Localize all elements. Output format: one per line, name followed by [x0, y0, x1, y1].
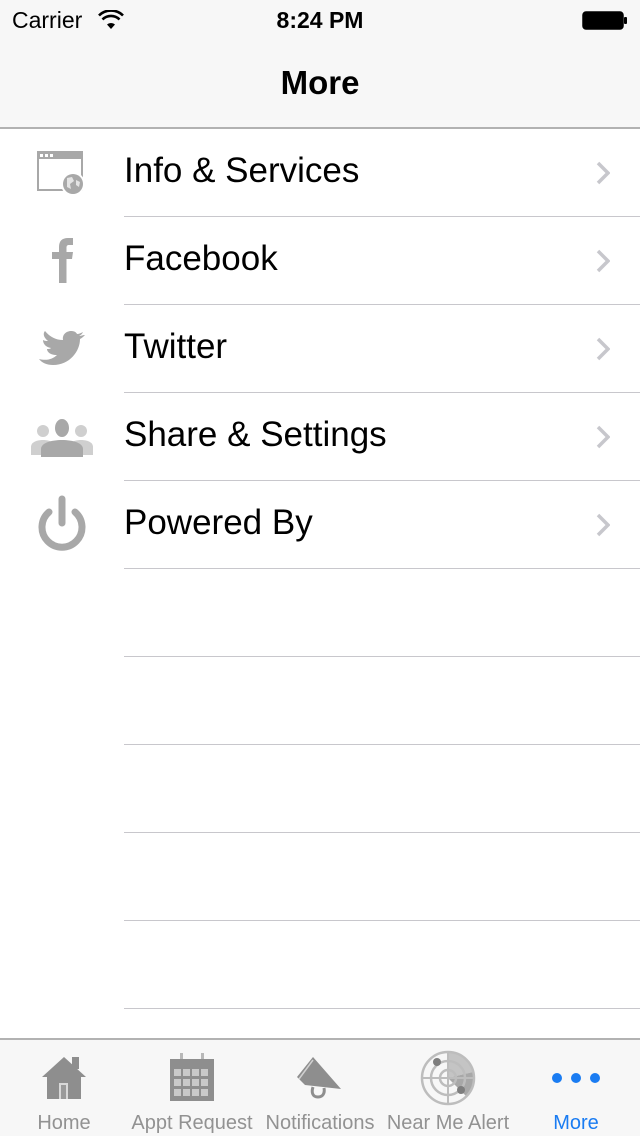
- chevron-right-icon: [596, 337, 610, 361]
- chevron-right-icon: [596, 161, 610, 185]
- status-time: 8:24 PM: [276, 7, 364, 33]
- facebook-icon: [28, 231, 96, 291]
- tab-bar: Home Appt Request Notifications Near Me …: [0, 1038, 640, 1136]
- chevron-right-icon: [596, 425, 610, 449]
- menu-item-twitter[interactable]: Twitter: [0, 305, 640, 393]
- megaphone-icon: [290, 1052, 350, 1104]
- chevron-right-icon: [596, 513, 610, 537]
- menu-item-facebook[interactable]: Facebook: [0, 217, 640, 305]
- tab-appt-request[interactable]: Appt Request: [128, 1040, 256, 1136]
- empty-row: [0, 921, 640, 1009]
- browser-globe-icon: [28, 143, 96, 203]
- menu-item-label: Facebook: [124, 239, 278, 278]
- more-menu-list: Info & Services Facebook Twitter Share &…: [0, 129, 640, 1009]
- tab-label: More: [553, 1112, 599, 1134]
- menu-item-label: Powered By: [124, 503, 313, 542]
- tab-label: Notifications: [265, 1112, 375, 1134]
- navigation-bar: More: [0, 40, 640, 129]
- tab-home[interactable]: Home: [0, 1040, 128, 1136]
- radar-icon: [418, 1050, 478, 1106]
- menu-item-info-services[interactable]: Info & Services: [0, 129, 640, 217]
- tab-more[interactable]: More: [512, 1040, 640, 1136]
- menu-item-share-settings[interactable]: Share & Settings: [0, 393, 640, 481]
- empty-row: [0, 745, 640, 833]
- status-bar: Carrier 8:24 PM: [0, 0, 640, 40]
- more-dots-icon: [546, 1052, 606, 1104]
- empty-row: [0, 833, 640, 921]
- menu-item-powered-by[interactable]: Powered By: [0, 481, 640, 569]
- power-icon: [28, 495, 96, 555]
- tab-label: Near Me Alert: [386, 1112, 510, 1134]
- menu-item-label: Info & Services: [124, 151, 360, 190]
- people-group-icon: [28, 407, 96, 467]
- calendar-icon: [162, 1052, 222, 1104]
- menu-item-label: Share & Settings: [124, 415, 387, 454]
- chevron-right-icon: [596, 249, 610, 273]
- empty-row: [0, 569, 640, 657]
- tab-label: Appt Request: [131, 1112, 253, 1134]
- twitter-bird-icon: [28, 319, 96, 379]
- page-title: More: [280, 64, 360, 101]
- tab-near-me-alert[interactable]: Near Me Alert: [384, 1040, 512, 1136]
- house-icon: [34, 1052, 94, 1104]
- tab-notifications[interactable]: Notifications: [256, 1040, 384, 1136]
- empty-row: [0, 657, 640, 745]
- menu-item-label: Twitter: [124, 327, 228, 366]
- battery-icon: [582, 11, 627, 30]
